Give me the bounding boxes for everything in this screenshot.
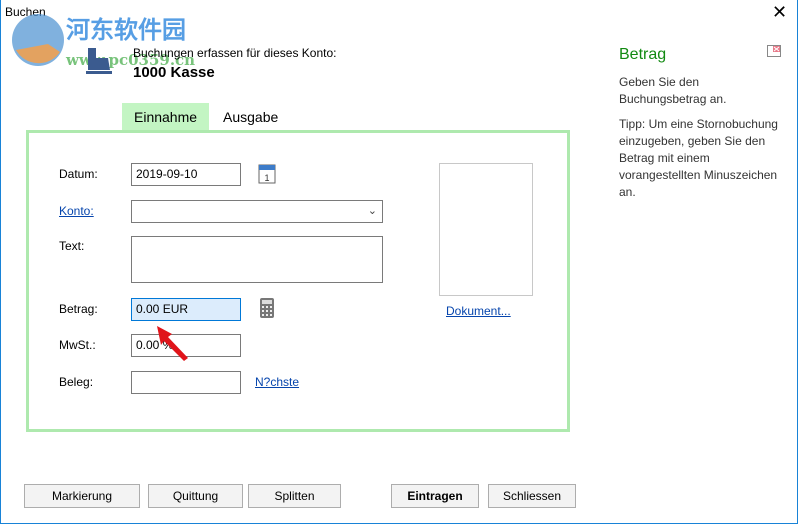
quittung-button[interactable]: Quittung <box>148 484 243 508</box>
calendar-icon[interactable]: 1 <box>258 162 276 184</box>
mwst-label: MwSt.: <box>59 338 96 352</box>
datum-input[interactable]: 2019-09-10 <box>131 163 241 186</box>
next-beleg-link[interactable]: N?chste <box>255 375 299 389</box>
tab-einnahme[interactable]: Einnahme <box>122 103 210 130</box>
datum-label: Datum: <box>59 167 98 181</box>
close-help-icon[interactable] <box>767 45 781 57</box>
tab-ausgabe[interactable]: Ausgabe <box>211 103 290 130</box>
eintragen-button[interactable]: Eintragen <box>391 484 479 508</box>
konto-link[interactable]: Konto: <box>59 204 94 218</box>
markierung-button[interactable]: Markierung <box>24 484 140 508</box>
betrag-input[interactable]: 0.00 EUR <box>131 298 241 321</box>
cash-register-icon <box>86 48 112 74</box>
betrag-label: Betrag: <box>59 302 98 316</box>
header-caption: Buchungen erfassen für dieses Konto: <box>133 46 337 60</box>
dokument-link[interactable]: Dokument... <box>446 304 511 318</box>
help-text-2: Tipp: Um eine Stornobuchung einzugeben, … <box>619 117 778 199</box>
svg-text:1: 1 <box>264 173 269 183</box>
schliessen-button[interactable]: Schliessen <box>488 484 576 508</box>
splitten-button[interactable]: Splitten <box>248 484 341 508</box>
calculator-icon[interactable] <box>259 297 275 319</box>
red-arrow-annotation <box>157 326 188 361</box>
help-text-1: Geben Sie den Buchungsbetrag an. <box>619 75 727 106</box>
konto-select[interactable]: ⌄ <box>131 200 383 223</box>
text-input[interactable] <box>131 236 383 283</box>
window-title: Buchen <box>5 5 46 19</box>
beleg-input[interactable] <box>131 371 241 394</box>
text-label: Text: <box>59 239 85 253</box>
close-icon[interactable]: ✕ <box>772 2 787 23</box>
document-preview <box>439 163 533 296</box>
account-name: 1000 Kasse <box>133 64 215 81</box>
beleg-label: Beleg: <box>59 375 94 389</box>
help-title: Betrag <box>619 46 667 63</box>
chevron-down-icon: ⌄ <box>367 205 377 217</box>
